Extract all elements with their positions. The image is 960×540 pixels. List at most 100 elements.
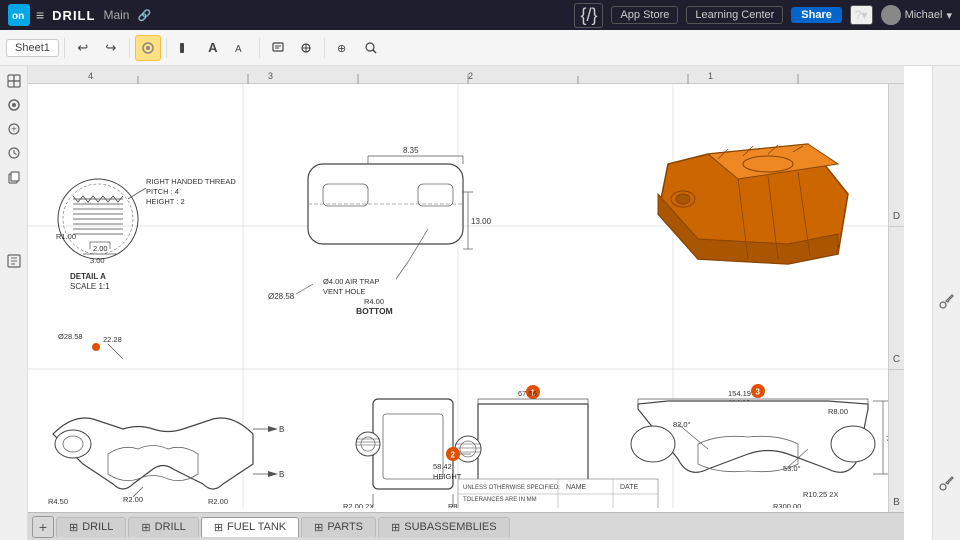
svg-text:R2.00: R2.00 [123,495,143,504]
user-chevron[interactable]: ▾ [946,9,952,22]
tab-drill-1[interactable]: ⊞ DRILL [56,517,126,537]
svg-text:B: B [279,470,284,479]
svg-text:82.0°: 82.0° [673,420,691,429]
row-label-b: B [889,370,904,512]
right-sidebar [932,66,960,540]
dimension-button[interactable]: A [228,35,254,61]
undo-button[interactable]: ↩ [70,35,96,61]
link-icon[interactable]: 🔗 [137,9,151,22]
separator-2 [129,38,130,58]
hamburger-icon[interactable]: ≡ [36,7,44,23]
sheet-tab[interactable]: Sheet1 [6,39,59,57]
tab-subassemblies-label: SUBASSEMBLIES [404,521,496,533]
drawing-viewport[interactable]: RIGHT HANDED THREAD PITCH : 4 HEIGHT : 2… [28,84,888,508]
tab-fuel-tank[interactable]: ⊞ FUEL TANK [201,517,299,537]
svg-text:Ø28.58: Ø28.58 [58,332,83,341]
tab-drill-2[interactable]: ⊞ DRILL [128,517,198,537]
tab-drill-2-label: DRILL [155,521,186,533]
doc-name: DRILL [52,8,95,23]
svg-text:UNLESS OTHERWISE SPECIFIED:: UNLESS OTHERWISE SPECIFIED: [463,485,560,491]
sidebar-icon-clock[interactable] [3,142,25,164]
toolbar: Sheet1 ↩ ↪ A A ⊕ [0,30,960,66]
topbar: on ≡ DRILL Main 🔗 {/} App Store Learning… [0,0,960,30]
main-area: 4 3 2 1 D C B [28,66,932,540]
svg-text:R2.00: R2.00 [208,497,228,506]
tab-drill-1-label: DRILL [82,521,113,533]
sidebar-icon-copy[interactable] [3,166,25,188]
ruler-ticks [28,66,904,84]
title-block: UNLESS OTHERWISE SPECIFIED: TOLERANCES A… [458,479,658,508]
svg-text:TOLERANCES ARE IN MM: TOLERANCES ARE IN MM [463,497,537,503]
line-tool-button[interactable] [172,35,198,61]
separator-3 [166,38,167,58]
tab-parts[interactable]: ⊞ PARTS [301,517,376,537]
onshape-logo[interactable]: on [8,4,30,26]
separator-1 [64,38,65,58]
note-tool-button[interactable] [265,35,291,61]
separator-4 [259,38,260,58]
svg-text:22.28: 22.28 [103,335,122,344]
svg-text:R4.50: R4.50 [48,497,68,506]
svg-text:⊕: ⊕ [337,43,346,55]
svg-text:HEIGHT: HEIGHT [433,472,462,481]
svg-text:DETAIL A: DETAIL A [70,272,106,281]
select-tool-button[interactable] [135,35,161,61]
learning-center-button[interactable]: Learning Center [686,6,783,24]
thread-view: Ø28.58 22.28 [58,332,123,359]
svg-text:A: A [235,44,242,55]
svg-text:53.0°: 53.0° [783,464,801,473]
tab-subassemblies[interactable]: ⊞ SUBASSEMBLIES [378,517,510,537]
row-label-c: C [889,227,904,370]
svg-text:Ø28.58: Ø28.58 [268,292,295,301]
thread-note-2: PITCH : 4 [146,187,179,196]
svg-text:R4.00: R4.00 [364,297,384,306]
svg-text:R2.00 2X: R2.00 2X [343,502,374,508]
svg-text:B: B [279,425,284,434]
isometric-view [658,144,848,264]
svg-text:2.00: 2.00 [93,244,108,253]
svg-text:8.35: 8.35 [403,146,419,155]
curly-brace-icon[interactable]: {/} [574,3,603,28]
svg-text:+: + [11,125,17,136]
right-sidebar-icon-tool[interactable] [936,290,958,312]
bottom-tabs: + ⊞ DRILL ⊞ DRILL ⊞ FUEL TANK ⊞ PARTS ⊞ … [28,512,904,540]
right-sidebar-icon-tool2[interactable] [936,472,958,494]
svg-text:R1.00: R1.00 [56,232,76,241]
measure-button[interactable]: ⊕ [330,35,356,61]
svg-text:3: 3 [756,388,761,397]
svg-text:67.56: 67.56 [518,389,537,398]
add-tab-button[interactable]: + [32,516,54,538]
redo-button[interactable]: ↪ [98,35,124,61]
app-store-button[interactable]: App Store [611,6,678,24]
drawing-svg: RIGHT HANDED THREAD PITCH : 4 HEIGHT : 2… [28,84,888,508]
doc-tab[interactable]: Main [103,8,129,22]
tab-parts-label: PARTS [327,521,363,533]
right-view: 3 154.19 114.13 82.0° 53 [631,384,888,508]
separator-5 [324,38,325,58]
svg-text:VENT HOLE: VENT HOLE [323,287,365,296]
inspect-button[interactable] [358,35,384,61]
sidebar-icon-circle[interactable] [3,94,25,116]
thread-note-3: HEIGHT : 2 [146,197,185,206]
svg-text:R10.25 2X: R10.25 2X [803,490,838,499]
sidebar-icon-drawing[interactable] [3,250,25,272]
svg-text:Ø4.00 AIR TRAP: Ø4.00 AIR TRAP [323,277,380,286]
svg-text:R8.00: R8.00 [828,407,848,416]
left-sidebar: + [0,66,28,540]
share-button[interactable]: Share [791,7,842,23]
svg-text:154.19: 154.19 [728,389,751,398]
sidebar-icon-add[interactable]: + [3,118,25,140]
svg-text:3.00: 3.00 [90,256,105,265]
thread-note-1: RIGHT HANDED THREAD [146,177,236,186]
svg-text:13.00: 13.00 [471,217,492,226]
svg-text:SCALE 1:1: SCALE 1:1 [70,282,110,291]
svg-text:58.42: 58.42 [433,462,452,471]
centermark-button[interactable] [293,35,319,61]
help-button[interactable]: ?▾ [850,5,873,25]
sidebar-icon-parts[interactable] [3,70,25,92]
user-name[interactable]: Michael [905,9,943,21]
row-label-d: D [889,84,904,227]
avatar [881,5,901,25]
svg-text:DATE: DATE [620,484,638,491]
text-tool-button[interactable]: A [200,35,226,61]
